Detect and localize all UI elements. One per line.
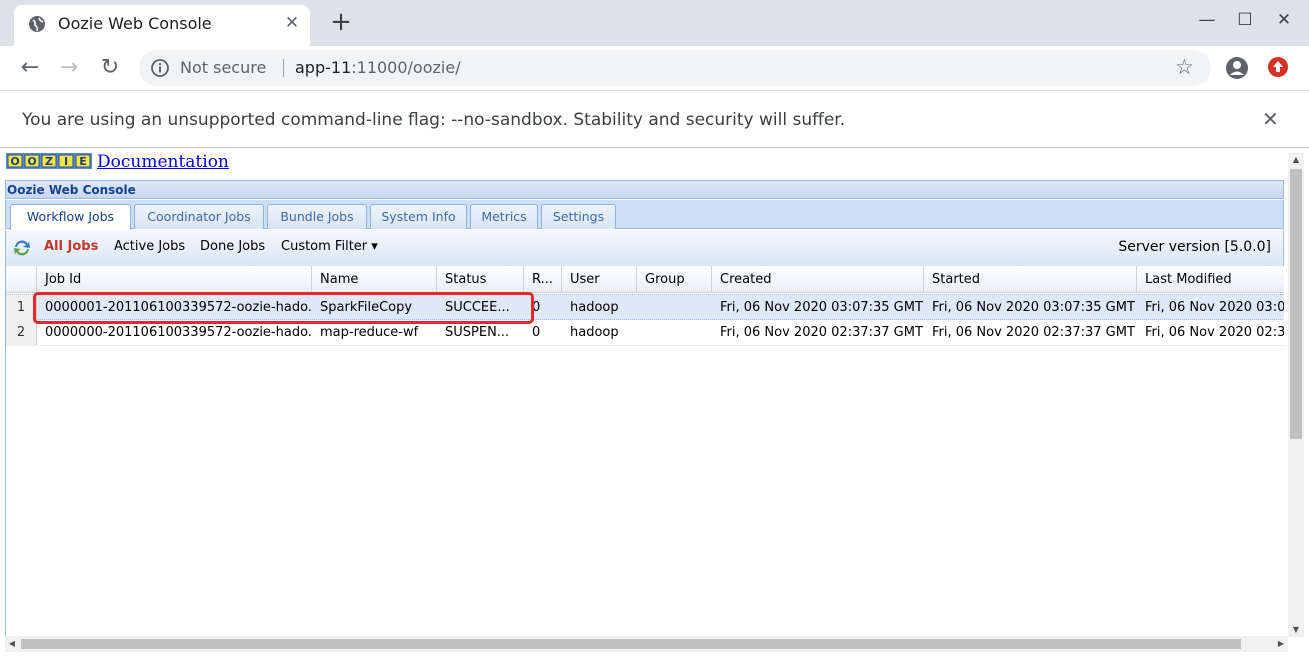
active-jobs-filter[interactable]: Active Jobs (114, 239, 185, 254)
oozie-logo: OOZIE (6, 153, 92, 169)
star-icon[interactable]: ☆ (1175, 55, 1194, 79)
tab-workflow-jobs[interactable]: Workflow Jobs (10, 204, 131, 230)
forward-icon[interactable]: → (55, 54, 83, 82)
job-last-modified-cell[interactable]: Fri, 06 Nov 2020 02:38 (1137, 320, 1284, 345)
minimize-icon[interactable]: — (1195, 8, 1219, 32)
scroll-up-arrow-icon[interactable]: ▲ (1288, 153, 1304, 167)
logo-letter: I (64, 155, 68, 168)
column-header-started[interactable]: Started (924, 266, 1137, 293)
horizontal-scrollbar[interactable]: ◀ ▶ (5, 636, 1288, 652)
horizontal-scroll-thumb[interactable] (21, 639, 1241, 649)
infobar-close-icon[interactable]: ✕ (1262, 107, 1279, 131)
job-started-cell[interactable]: Fri, 06 Nov 2020 03:07:35 GMT (924, 295, 1137, 320)
tab-bundle-jobs[interactable]: Bundle Jobs (267, 204, 367, 229)
custom-filter-dropdown[interactable]: Custom Filter ▾ (281, 239, 378, 254)
tab-settings[interactable]: Settings (541, 204, 616, 229)
close-tab-icon[interactable]: ✕ (280, 11, 304, 35)
job-user-cell[interactable]: hadoop (562, 320, 637, 345)
profile-icon[interactable] (1225, 56, 1249, 80)
warning-infobar: You are using an unsupported command-lin… (0, 90, 1309, 148)
browser-toolbar: ← → ↻ Not secure app-11:11000/oozie/ ☆ (0, 46, 1309, 90)
browser-tab-strip: Oozie Web Console ✕ + — ☐ ✕ (0, 0, 1309, 46)
column-header-rownum (6, 266, 37, 293)
console-header: Oozie Web Console (5, 180, 1284, 199)
highlight-annotation (33, 292, 534, 324)
new-tab-button[interactable]: + (327, 9, 355, 37)
infobar-message: You are using an unsupported command-lin… (22, 110, 846, 130)
url-port-path: :11000/oozie/ (351, 58, 461, 77)
jobs-toolbar: All Jobs Active Jobs Done Jobs Custom Fi… (5, 230, 1284, 266)
done-jobs-filter[interactable]: Done Jobs (200, 239, 265, 254)
vertical-scrollbar[interactable]: ▲ ▼ (1288, 153, 1304, 637)
globe-icon (29, 16, 45, 32)
url-host: app-11 (295, 58, 352, 77)
refresh-icon[interactable] (12, 238, 32, 258)
job-group-cell[interactable] (637, 295, 712, 320)
tab-metrics[interactable]: Metrics (470, 204, 538, 229)
logo-letter: O (27, 155, 36, 168)
grid-header: Job Id Name Status R... User Group Creat… (6, 266, 1284, 293)
job-group-cell[interactable] (637, 320, 712, 345)
vertical-scroll-thumb[interactable] (1290, 169, 1302, 439)
row-number: 2 (6, 320, 37, 345)
console-tabs: Workflow Jobs Coordinator Jobs Bundle Jo… (5, 200, 1284, 230)
address-bar[interactable]: Not secure app-11:11000/oozie/ ☆ (139, 50, 1211, 86)
logo-letter: O (10, 155, 19, 168)
update-icon[interactable] (1267, 56, 1289, 78)
logo-letter: E (79, 155, 87, 168)
browser-tab-title: Oozie Web Console (58, 14, 212, 33)
scroll-down-arrow-icon[interactable]: ▼ (1288, 623, 1304, 637)
job-user-cell[interactable]: hadoop (562, 295, 637, 320)
documentation-link[interactable]: Documentation (97, 152, 229, 172)
security-label: Not secure (180, 58, 267, 77)
column-header-job-id[interactable]: Job Id (37, 266, 312, 293)
url-text: app-11:11000/oozie/ (295, 58, 461, 77)
tab-coordinator-jobs[interactable]: Coordinator Jobs (134, 204, 264, 229)
job-started-cell[interactable]: Fri, 06 Nov 2020 02:37:37 GMT (924, 320, 1137, 345)
browser-tab[interactable]: Oozie Web Console ✕ (14, 5, 310, 46)
column-header-name[interactable]: Name (312, 266, 437, 293)
column-header-run[interactable]: R... (524, 266, 562, 293)
column-header-last-modified[interactable]: Last Modified (1137, 266, 1284, 293)
column-header-created[interactable]: Created (712, 266, 924, 293)
page-content: OOZIE Documentation Oozie Web Console Wo… (0, 149, 1309, 658)
job-last-modified-cell[interactable]: Fri, 06 Nov 2020 03:07 (1137, 295, 1284, 320)
info-icon[interactable] (150, 58, 170, 78)
logo-letter: Z (45, 155, 53, 168)
server-version: Server version [5.0.0] (1118, 239, 1271, 255)
all-jobs-filter[interactable]: All Jobs (44, 239, 98, 254)
column-header-group[interactable]: Group (637, 266, 712, 293)
column-header-status[interactable]: Status (437, 266, 524, 293)
job-created-cell[interactable]: Fri, 06 Nov 2020 03:07:35 GMT (712, 295, 924, 320)
reload-icon[interactable]: ↻ (96, 54, 124, 82)
back-icon[interactable]: ← (16, 54, 44, 82)
column-header-user[interactable]: User (562, 266, 637, 293)
close-window-icon[interactable]: ✕ (1272, 8, 1296, 32)
console-title: Oozie Web Console (7, 183, 136, 197)
job-created-cell[interactable]: Fri, 06 Nov 2020 02:37:37 GMT (712, 320, 924, 345)
maximize-icon[interactable]: ☐ (1233, 8, 1257, 32)
tab-system-info[interactable]: System Info (370, 204, 467, 229)
scroll-left-arrow-icon[interactable]: ◀ (5, 636, 19, 652)
address-separator (283, 59, 284, 77)
scroll-right-arrow-icon[interactable]: ▶ (1274, 636, 1288, 652)
